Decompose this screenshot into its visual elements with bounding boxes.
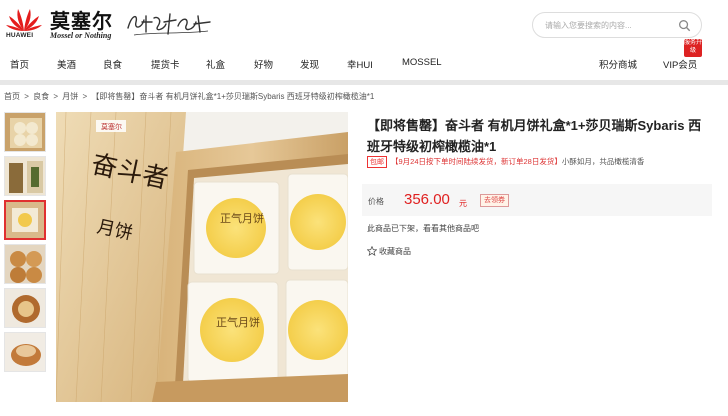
search-input[interactable] [545,13,675,37]
nav-item-wine[interactable]: 美酒 [57,57,76,71]
breadcrumb-home[interactable]: 首页 [4,92,20,101]
nav-item-voucher[interactable]: 提货卡 [151,57,180,71]
breadcrumb-separator: > [82,92,88,101]
thumbnail-1[interactable] [4,112,46,152]
free-shipping-tag: 包邮 [367,156,387,168]
nav-item-xinghui[interactable]: 幸HUI [347,57,373,71]
breadcrumb-mooncake[interactable]: 月饼 [62,92,78,101]
nav-item-goods[interactable]: 好物 [254,57,273,71]
service-upgrade-badge: 服务升级 [684,39,702,57]
price-label: 价格 [368,197,384,206]
breadcrumb-separator: > [24,92,29,101]
price-box: 价格 356.00 元 去领券 [362,184,712,216]
brand-name-en: Mossel or Nothing [50,31,112,40]
nav-item-points-mall[interactable]: 积分商城 [599,57,637,71]
thumbnail-4[interactable] [4,244,46,284]
nav-item-discover[interactable]: 发现 [300,57,319,71]
thumbnail-3[interactable] [4,200,46,240]
brand-logo[interactable]: HUAWEI 莫塞尔 Mossel or Nothing [4,3,120,43]
mooncake-text: 正气月饼 [220,211,264,225]
breadcrumb-separator: > [53,92,59,101]
nav-item-vip[interactable]: VIP会员 [663,57,697,71]
price-value: 356.00 [404,191,450,208]
star-icon [366,245,378,257]
slogan-calligraphy-image [127,13,211,36]
thumbnail-6[interactable] [4,332,46,372]
nav-item-food[interactable]: 良食 [103,57,122,71]
breadcrumb-food[interactable]: 良食 [33,92,49,101]
favorite-button[interactable]: 收藏商品 [366,245,411,257]
search-box[interactable] [532,12,702,38]
breadcrumb: 首页 > 良食 > 月饼 > 【即将售罄】奋斗者 有机月饼礼盒*1+莎贝瑞斯Sy… [4,91,376,102]
product-main-image[interactable]: 奋斗者 月饼 莫塞尔 正气月饼 正气月饼 [56,112,348,402]
get-coupon-button[interactable]: 去领券 [480,194,509,207]
header: HUAWEI 莫塞尔 Mossel or Nothing [0,0,728,50]
promo-slogan: 小酥如月，共品橄榄清香 [561,157,645,166]
favorite-label: 收藏商品 [379,247,411,256]
product-title: 【即将售罄】奋斗者 有机月饼礼盒*1+莎贝瑞斯Sybaris 西班牙特级初榨橄榄… [367,118,702,154]
header-divider [0,80,728,85]
huawei-logo-icon [6,9,42,31]
huawei-label: HUAWEI [6,32,34,39]
main-nav: 首页 美酒 良食 提货卡 礼盒 好物 发现 幸HUI MOSSEL 积分商城 V… [0,50,728,76]
thumbnail-2[interactable] [4,156,46,196]
off-shelf-notice[interactable]: 此商品已下架，看看其他商品吧 [367,223,479,234]
mooncake-text: 正气月饼 [216,315,260,329]
breadcrumb-current: 【即将售罄】奋斗者 有机月饼礼盒*1+莎贝瑞斯Sybaris 西班牙特级初榨橄榄… [91,92,375,101]
nav-item-home[interactable]: 首页 [10,57,29,71]
brand-name-cn: 莫塞尔 [50,9,113,33]
box-brand-label: 莫塞尔 [101,122,122,131]
shipping-notice: 【9月24日按下单时间陆续发货，新订单28日发货】 [391,157,562,166]
price-currency: 元 [459,199,467,208]
nav-item-mossel[interactable]: MOSSEL [402,57,442,68]
search-icon[interactable] [678,19,691,32]
promo-line: 包邮 【9月24日按下单时间陆续发货，新订单28日发货】小酥如月，共品橄榄清香 [367,156,644,168]
nav-item-giftbox[interactable]: 礼盒 [206,57,225,71]
thumbnail-5[interactable] [4,288,46,328]
